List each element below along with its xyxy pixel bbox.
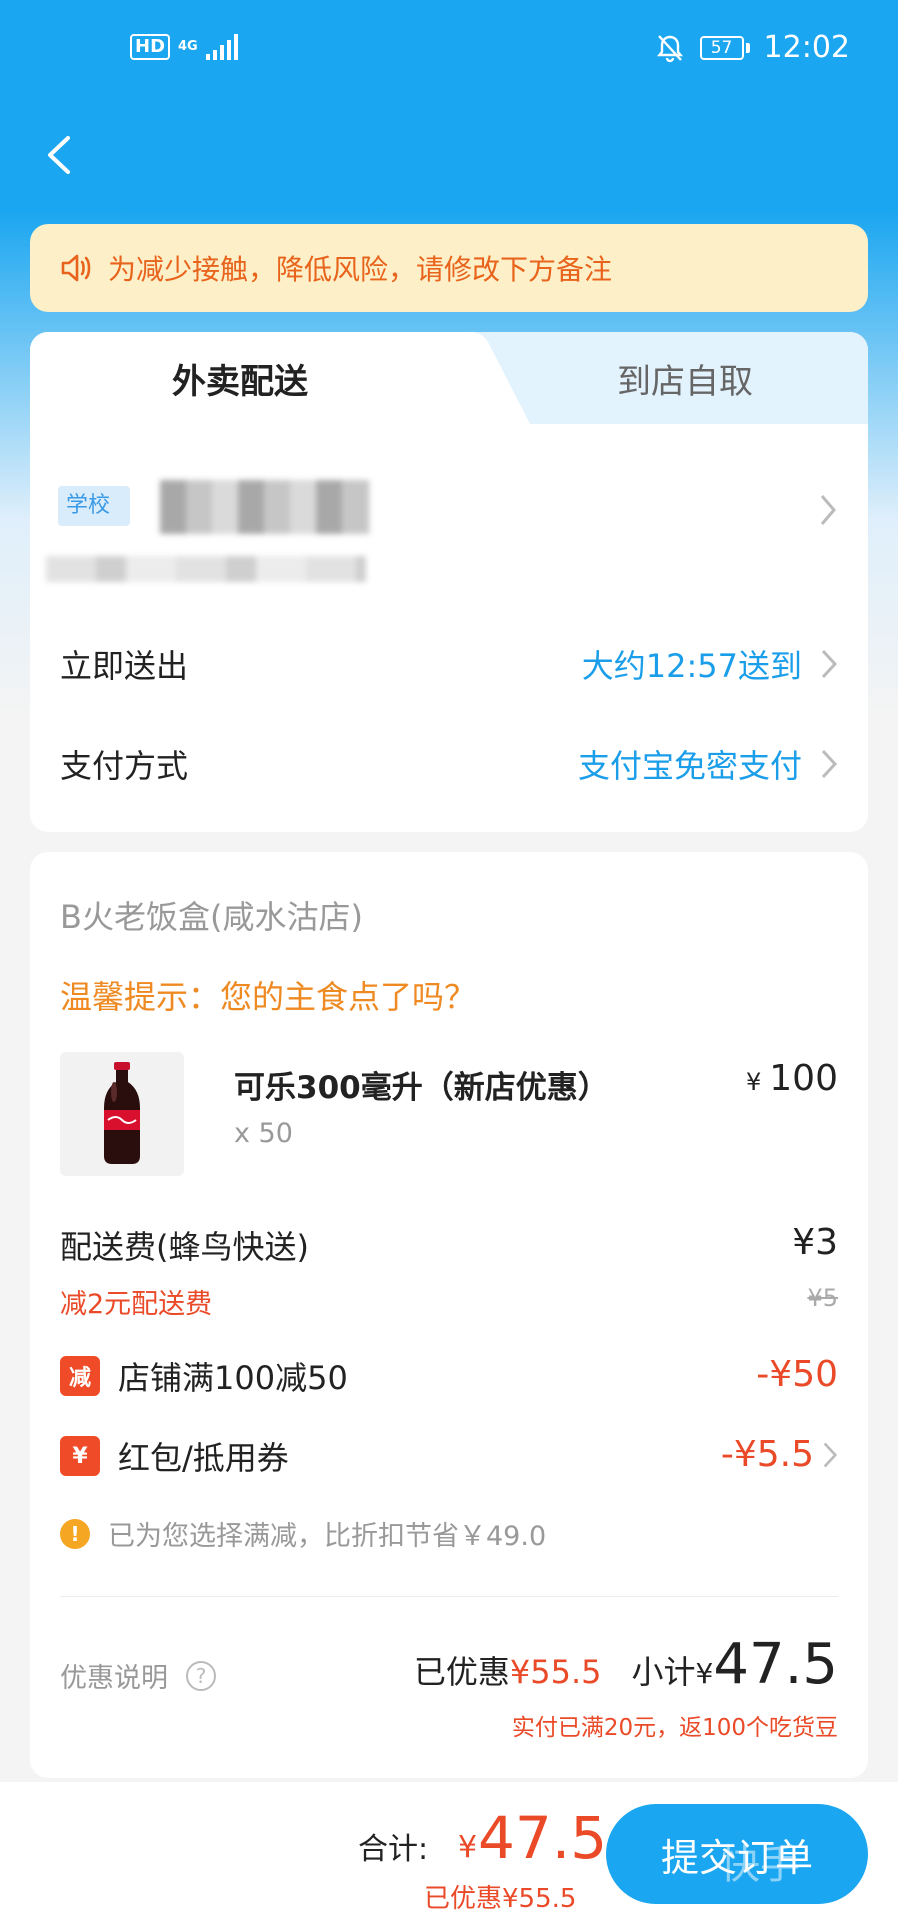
coupon-row[interactable]: ¥ 红包/抵用券 -¥5.5 bbox=[60, 1432, 838, 1480]
battery-icon: 57 bbox=[699, 35, 750, 60]
info-warning-icon: ! bbox=[60, 1518, 90, 1549]
cola-bottle-icon bbox=[104, 1062, 140, 1164]
status-bar: HD 4G 57 12:02 bbox=[0, 0, 898, 100]
address-selector[interactable]: 学校 bbox=[30, 424, 868, 614]
payment-label: 支付方式 bbox=[60, 747, 189, 785]
staple-tip: 温馨提示：您的主食点了吗？ bbox=[60, 978, 477, 1016]
signal-icon bbox=[205, 34, 238, 60]
hd-indicator: HD bbox=[130, 34, 171, 60]
delivery-time-value: 大约12:57送到 bbox=[581, 647, 802, 685]
chevron-right-icon bbox=[823, 1442, 838, 1467]
total-value: 47.5 bbox=[478, 1804, 608, 1872]
shop-discount-label: 店铺满100减50 bbox=[118, 1359, 348, 1397]
delivery-time-label: 立即送出 bbox=[60, 647, 189, 685]
shop-discount-row: 减 店铺满100减50 -¥50 bbox=[60, 1352, 838, 1400]
bottom-bar: 合计: ¥ 47.5 已优惠¥55.5 提交订单 快手 bbox=[0, 1782, 898, 1920]
delivery-fee-discount: 减2元配送费 bbox=[60, 1289, 213, 1320]
saving-note-text: 已为您选择满减，比折扣节省￥49.0 bbox=[108, 1521, 547, 1552]
payment-value: 支付宝免密支付 bbox=[577, 747, 802, 785]
product-quantity: x 50 bbox=[234, 1118, 293, 1149]
chevron-right-icon bbox=[821, 649, 838, 679]
address-detail-blurred bbox=[46, 556, 366, 582]
shop-discount-value: -¥50 bbox=[756, 1354, 838, 1395]
subtotal-currency: ¥ bbox=[695, 1657, 714, 1690]
notice-banner[interactable]: 为减少接触，降低风险，请修改下方备注 bbox=[30, 224, 868, 312]
saved-value: ¥55.5 bbox=[509, 1653, 602, 1691]
saving-note: ! 已为您选择满减，比折扣节省￥49.0 bbox=[60, 1514, 546, 1553]
delivery-fee-value: ¥3 bbox=[792, 1222, 838, 1263]
rebate-note: 实付已满20元，返100个吃货豆 bbox=[511, 1715, 838, 1741]
delivery-time-row[interactable]: 立即送出 大约12:57送到 bbox=[30, 614, 868, 714]
product-item: 可乐300毫升（新店优惠） x 50 ¥100 bbox=[60, 1052, 838, 1176]
shop-name[interactable]: B火老饭盒(咸水沽店) bbox=[60, 892, 363, 938]
delivery-tabs: 外卖配送 到店自取 bbox=[30, 332, 868, 424]
payment-row[interactable]: 支付方式 支付宝免密支付 bbox=[30, 714, 868, 814]
status-left: HD 4G bbox=[130, 34, 238, 60]
promo-info-label: 优惠说明 bbox=[60, 1663, 168, 1694]
product-name: 可乐300毫升（新店优惠） bbox=[234, 1070, 609, 1106]
clock: 12:02 bbox=[763, 30, 850, 65]
chevron-right-icon bbox=[821, 749, 838, 779]
question-icon: ? bbox=[186, 1660, 216, 1691]
delivery-fee-label: 配送费(蜂鸟快送) bbox=[60, 1228, 309, 1266]
order-totals: 已优惠 ¥55.5 小计 ¥ 47.5 bbox=[414, 1632, 838, 1697]
tab-pickup[interactable]: 到店自取 bbox=[550, 332, 820, 424]
total-saved: 已优惠¥55.5 bbox=[424, 1884, 577, 1914]
subtotal-value: 47.5 bbox=[713, 1632, 838, 1697]
discount-badge-icon: 减 bbox=[60, 1356, 100, 1396]
tab-delivery[interactable]: 外卖配送 bbox=[30, 332, 450, 424]
delivery-card: 外卖配送 到店自取 学校 立即送出 大约12:57送到 支付方式 支付宝免密支付 bbox=[30, 332, 868, 832]
network-type: 4G bbox=[178, 39, 198, 54]
promo-info-button[interactable]: 优惠说明 ? bbox=[60, 1656, 216, 1695]
product-price: ¥100 bbox=[746, 1058, 838, 1099]
back-button[interactable] bbox=[40, 130, 80, 180]
delivery-fee-original: ¥5 bbox=[807, 1284, 838, 1312]
total-currency: ¥ bbox=[458, 1830, 478, 1865]
address-name-blurred bbox=[160, 480, 370, 534]
coupon-value: -¥5.5 bbox=[720, 1434, 814, 1475]
subtotal-label: 小计 bbox=[631, 1653, 696, 1691]
divider bbox=[60, 1596, 838, 1597]
bell-muted-icon bbox=[656, 34, 683, 62]
address-tag: 学校 bbox=[58, 486, 130, 526]
notice-text: 为减少接触，降低风险，请修改下方备注 bbox=[108, 253, 613, 286]
coupon-label: 红包/抵用券 bbox=[118, 1439, 289, 1477]
saved-label: 已优惠 bbox=[413, 1653, 510, 1691]
speaker-icon bbox=[61, 254, 91, 282]
product-price-value: 100 bbox=[769, 1058, 838, 1099]
order-card: B火老饭盒(咸水沽店) 温馨提示：您的主食点了吗？ 可乐300毫升（新店优惠） … bbox=[30, 852, 868, 1778]
chevron-right-icon bbox=[820, 495, 836, 525]
total-label: 合计: bbox=[358, 1832, 429, 1867]
watermark: 快手 bbox=[720, 1842, 800, 1888]
delivery-fee-row: 配送费(蜂鸟快送) ¥3 bbox=[60, 1222, 838, 1268]
coupon-badge-icon: ¥ bbox=[60, 1436, 100, 1476]
status-right: 57 12:02 bbox=[654, 30, 850, 65]
product-image bbox=[60, 1052, 184, 1176]
checkout-page: HD 4G 57 12:02 为减少接触，降低风险，请修改下方备注 外卖配送 到… bbox=[0, 0, 898, 1920]
product-price-currency: ¥ bbox=[746, 1068, 762, 1096]
battery-level: 57 bbox=[699, 35, 744, 60]
